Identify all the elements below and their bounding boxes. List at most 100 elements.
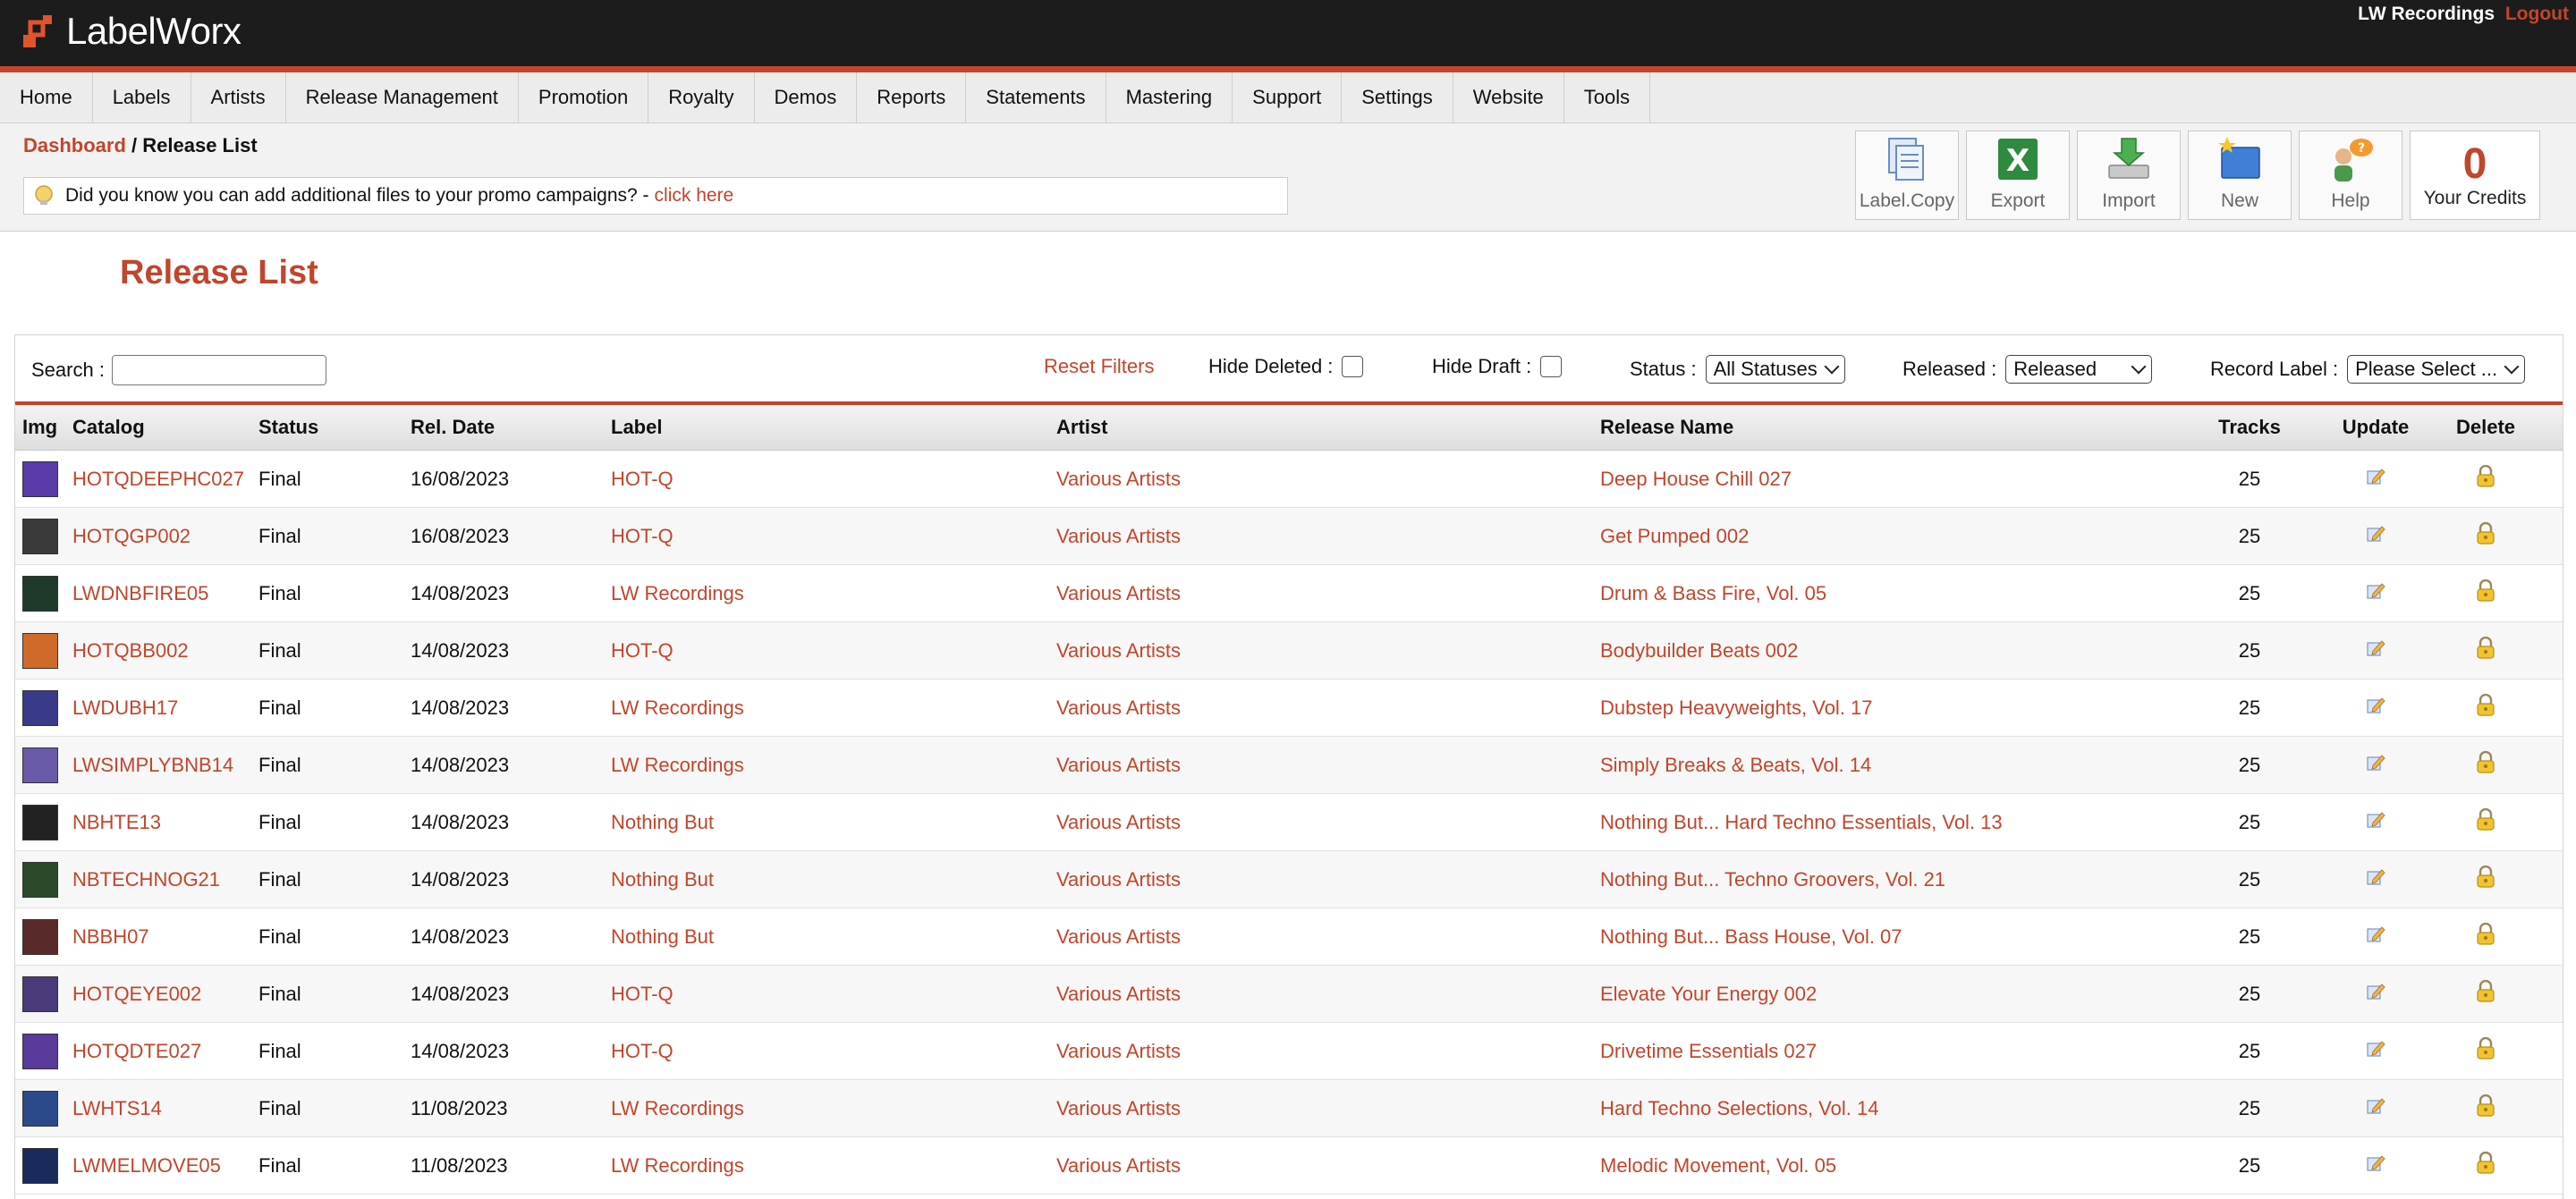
cover-thumbnail[interactable] <box>22 689 58 726</box>
nav-settings[interactable]: Settings <box>1342 72 1453 122</box>
delete-lock-icon[interactable] <box>2475 1151 2496 1180</box>
nav-promotion[interactable]: Promotion <box>519 72 649 122</box>
label-link[interactable]: Nothing But <box>611 811 714 833</box>
catalog-link[interactable]: LWSIMPLYBNB14 <box>72 754 233 776</box>
cover-thumbnail[interactable] <box>22 1033 58 1069</box>
update-edit-icon[interactable] <box>2365 867 2386 892</box>
update-edit-icon[interactable] <box>2365 1039 2386 1064</box>
col-rel-date[interactable]: Rel. Date <box>411 405 611 451</box>
delete-lock-icon[interactable] <box>2475 979 2496 1009</box>
label-link[interactable]: Nothing But <box>611 925 714 948</box>
catalog-link[interactable]: HOTQDEEPHC027 <box>72 468 244 490</box>
nav-reports[interactable]: Reports <box>857 72 967 122</box>
release-name-link[interactable]: Drum & Bass Fire, Vol. 05 <box>1600 582 1826 604</box>
catalog-link[interactable]: LWDNBFIRE05 <box>72 582 208 604</box>
catalog-link[interactable]: NBHTE13 <box>72 811 161 833</box>
update-edit-icon[interactable] <box>2365 638 2386 663</box>
label-link[interactable]: LW Recordings <box>611 582 744 604</box>
artist-link[interactable]: Various Artists <box>1056 1040 1181 1062</box>
nav-artists[interactable]: Artists <box>191 72 286 122</box>
update-edit-icon[interactable] <box>2365 696 2386 721</box>
cover-thumbnail[interactable] <box>22 575 58 612</box>
catalog-link[interactable]: LWHTS14 <box>72 1097 162 1119</box>
catalog-link[interactable]: NBBH07 <box>72 925 149 948</box>
label-link[interactable]: HOT-Q <box>611 1040 674 1062</box>
cover-thumbnail[interactable] <box>22 804 58 840</box>
labelworx-logo[interactable]: LabelWorx <box>23 10 242 52</box>
catalog-link[interactable]: LWMELMOVE05 <box>72 1154 221 1177</box>
release-name-link[interactable]: Bodybuilder Beats 002 <box>1600 639 1798 662</box>
release-name-link[interactable]: Melodic Movement, Vol. 05 <box>1600 1154 1836 1177</box>
col-tracks[interactable]: Tracks <box>2176 405 2323 451</box>
artist-link[interactable]: Various Artists <box>1056 525 1181 547</box>
released-select[interactable]: Released <box>2005 355 2153 384</box>
release-name-link[interactable]: Dubstep Heavyweights, Vol. 17 <box>1600 697 1873 719</box>
catalog-link[interactable]: HOTQDTE027 <box>72 1040 201 1062</box>
artist-link[interactable]: Various Artists <box>1056 468 1181 490</box>
nav-royalty[interactable]: Royalty <box>648 72 755 122</box>
artist-link[interactable]: Various Artists <box>1056 1097 1181 1119</box>
cover-thumbnail[interactable] <box>22 632 58 669</box>
release-name-link[interactable]: Nothing But... Bass House, Vol. 07 <box>1600 925 1902 948</box>
artist-link[interactable]: Various Artists <box>1056 925 1181 948</box>
col-label[interactable]: Label <box>611 405 1056 451</box>
cover-thumbnail[interactable] <box>22 518 58 554</box>
col-catalog[interactable]: Catalog <box>72 405 258 451</box>
release-name-link[interactable]: Elevate Your Energy 002 <box>1600 983 1817 1005</box>
logout-link[interactable]: Logout <box>2505 4 2569 24</box>
release-name-link[interactable]: Drivetime Essentials 027 <box>1600 1040 1817 1062</box>
nav-release-management[interactable]: Release Management <box>286 72 519 122</box>
nav-mastering[interactable]: Mastering <box>1106 72 1233 122</box>
label-copy-button[interactable]: Label.Copy <box>1855 131 1959 220</box>
delete-lock-icon[interactable] <box>2475 865 2496 894</box>
artist-link[interactable]: Various Artists <box>1056 639 1181 662</box>
delete-lock-icon[interactable] <box>2475 1036 2496 1066</box>
nav-home[interactable]: Home <box>0 72 93 122</box>
catalog-link[interactable]: NBTECHNOG21 <box>72 868 220 891</box>
artist-link[interactable]: Various Artists <box>1056 1154 1181 1177</box>
record-label-select[interactable]: Please Select ... <box>2347 355 2526 384</box>
update-edit-icon[interactable] <box>2365 753 2386 778</box>
update-edit-icon[interactable] <box>2365 925 2386 950</box>
update-edit-icon[interactable] <box>2365 1153 2386 1178</box>
catalog-link[interactable]: LWDUBH17 <box>72 697 178 719</box>
delete-lock-icon[interactable] <box>2475 1093 2496 1123</box>
nav-tools[interactable]: Tools <box>1564 72 1651 122</box>
status-select[interactable]: All Statuses <box>1705 355 1845 384</box>
cover-thumbnail[interactable] <box>22 918 58 955</box>
artist-link[interactable]: Various Artists <box>1056 582 1181 604</box>
catalog-link[interactable]: HOTQEYE002 <box>72 983 201 1005</box>
cover-thumbnail[interactable] <box>22 861 58 898</box>
label-link[interactable]: LW Recordings <box>611 1097 744 1119</box>
export-button[interactable]: X Export <box>1966 131 2070 220</box>
artist-link[interactable]: Various Artists <box>1056 811 1181 833</box>
release-name-link[interactable]: Get Pumped 002 <box>1600 525 1749 547</box>
label-link[interactable]: LW Recordings <box>611 697 744 719</box>
reset-filters-link[interactable]: Reset Filters <box>1044 355 1154 378</box>
cover-thumbnail[interactable] <box>22 460 58 497</box>
help-button[interactable]: ? Help <box>2299 131 2402 220</box>
update-edit-icon[interactable] <box>2365 982 2386 1007</box>
update-edit-icon[interactable] <box>2365 581 2386 606</box>
delete-lock-icon[interactable] <box>2475 922 2496 951</box>
hide-draft-checkbox[interactable] <box>1540 356 1563 377</box>
col-artist[interactable]: Artist <box>1056 405 1600 451</box>
nav-demos[interactable]: Demos <box>755 72 858 122</box>
label-link[interactable]: HOT-Q <box>611 983 674 1005</box>
col-release-name[interactable]: Release Name <box>1600 405 2176 451</box>
import-button[interactable]: Import <box>2077 131 2181 220</box>
update-edit-icon[interactable] <box>2365 1096 2386 1121</box>
delete-lock-icon[interactable] <box>2475 693 2496 722</box>
hide-deleted-checkbox[interactable] <box>1342 356 1364 377</box>
search-input[interactable] <box>111 355 326 385</box>
release-name-link[interactable]: Hard Techno Selections, Vol. 14 <box>1600 1097 1878 1119</box>
catalog-link[interactable]: HOTQGP002 <box>72 525 191 547</box>
cover-thumbnail[interactable] <box>22 1147 58 1184</box>
artist-link[interactable]: Various Artists <box>1056 868 1181 891</box>
cover-thumbnail[interactable] <box>22 747 58 783</box>
catalog-link[interactable]: HOTQBB002 <box>72 639 189 662</box>
cover-thumbnail[interactable] <box>22 1090 58 1127</box>
label-link[interactable]: HOT-Q <box>611 525 674 547</box>
release-name-link[interactable]: Simply Breaks & Beats, Vol. 14 <box>1600 754 1871 776</box>
tip-click-here-link[interactable]: click here <box>655 185 734 207</box>
